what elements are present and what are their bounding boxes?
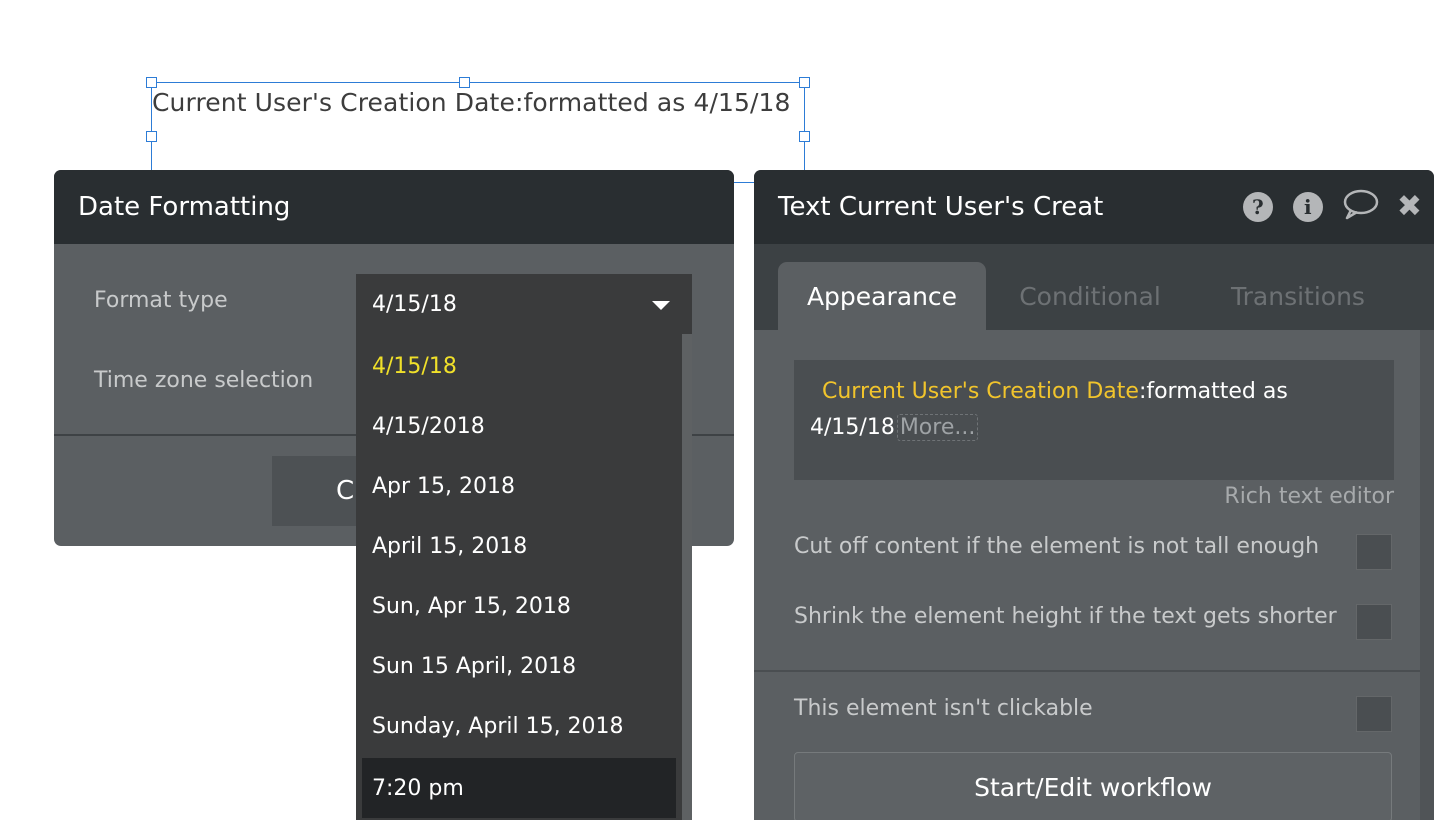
tab-transitions[interactable]: Transitions bbox=[1214, 262, 1382, 330]
canvas-text-element[interactable]: Current User's Creation Date:formatted a… bbox=[152, 88, 791, 117]
date-formatting-title: Date Formatting bbox=[78, 192, 291, 222]
shrink-height-label: Shrink the element height if the text ge… bbox=[794, 604, 1337, 629]
workflow-button-label: Start/Edit workflow bbox=[974, 772, 1212, 802]
cut-off-content-label: Cut off content if the element is not ta… bbox=[794, 534, 1320, 559]
property-editor-title: Text Current User's Creat bbox=[778, 192, 1104, 222]
resize-handle-top-left[interactable] bbox=[146, 77, 157, 88]
help-icon[interactable]: ? bbox=[1242, 192, 1273, 222]
property-editor-header[interactable]: Text Current User's Creat ? i ✖ bbox=[754, 170, 1434, 244]
format-option[interactable]: 7:20 pm bbox=[362, 758, 676, 818]
rich-text-editor-link[interactable]: Rich text editor bbox=[1224, 484, 1394, 509]
date-formatting-header: Date Formatting bbox=[54, 170, 734, 244]
dropdown-scrollbar[interactable] bbox=[682, 334, 692, 820]
property-editor-scrollbar[interactable] bbox=[1420, 330, 1434, 820]
format-option[interactable]: 4/15/2018 bbox=[356, 396, 676, 456]
not-clickable-checkbox[interactable] bbox=[1356, 696, 1392, 732]
header-icon-group: ? i ✖ bbox=[1242, 170, 1434, 244]
format-option[interactable]: 4/15/18 bbox=[356, 336, 676, 396]
not-clickable-label: This element isn't clickable bbox=[794, 696, 1093, 721]
close-icon[interactable]: ✖ bbox=[1397, 192, 1422, 222]
text-expression-editor[interactable]: Current User's Creation Date:formatted a… bbox=[794, 360, 1394, 480]
section-divider bbox=[754, 670, 1420, 672]
resize-handle-top-center[interactable] bbox=[459, 77, 470, 88]
tab-conditional[interactable]: Conditional bbox=[1004, 262, 1176, 330]
format-option[interactable]: Apr 15, 2018 bbox=[356, 456, 676, 516]
more-link[interactable]: More... bbox=[896, 414, 979, 441]
comment-icon[interactable] bbox=[1343, 188, 1379, 227]
caret-down-icon bbox=[652, 301, 670, 310]
tab-appearance[interactable]: Appearance bbox=[778, 262, 986, 330]
format-option[interactable]: Sun, Apr 15, 2018 bbox=[356, 576, 676, 636]
format-type-options-list: 4/15/18 4/15/2018 Apr 15, 2018 April 15,… bbox=[356, 334, 692, 820]
info-icon[interactable]: i bbox=[1292, 192, 1323, 222]
format-type-dropdown[interactable]: 4/15/18 bbox=[356, 274, 692, 334]
format-option[interactable]: April 15, 2018 bbox=[356, 516, 676, 576]
format-type-label: Format type bbox=[94, 288, 228, 313]
start-edit-workflow-button[interactable]: Start/Edit workflow bbox=[794, 752, 1392, 820]
tab-bar: Appearance Conditional Transitions bbox=[754, 244, 1434, 330]
resize-handle-middle-right[interactable] bbox=[799, 131, 810, 142]
shrink-height-checkbox[interactable] bbox=[1356, 604, 1392, 640]
close-button-label: C bbox=[336, 476, 355, 506]
format-option[interactable]: Sun 15 April, 2018 bbox=[356, 636, 676, 696]
format-type-value: 4/15/18 bbox=[372, 291, 457, 317]
expression-format-value[interactable]: 4/15/18 bbox=[810, 415, 895, 440]
resize-handle-middle-left[interactable] bbox=[146, 131, 157, 142]
time-zone-label: Time zone selection bbox=[94, 368, 314, 393]
cut-off-content-checkbox[interactable] bbox=[1356, 534, 1392, 570]
dynamic-expression[interactable]: Current User's Creation Date bbox=[822, 379, 1139, 404]
resize-handle-top-right[interactable] bbox=[799, 77, 810, 88]
format-option[interactable]: Sunday, April 15, 2018 bbox=[356, 696, 676, 756]
property-editor-panel: Text Current User's Creat ? i ✖ Appearan… bbox=[754, 170, 1434, 820]
expression-operator[interactable]: :formatted as bbox=[1139, 379, 1288, 404]
